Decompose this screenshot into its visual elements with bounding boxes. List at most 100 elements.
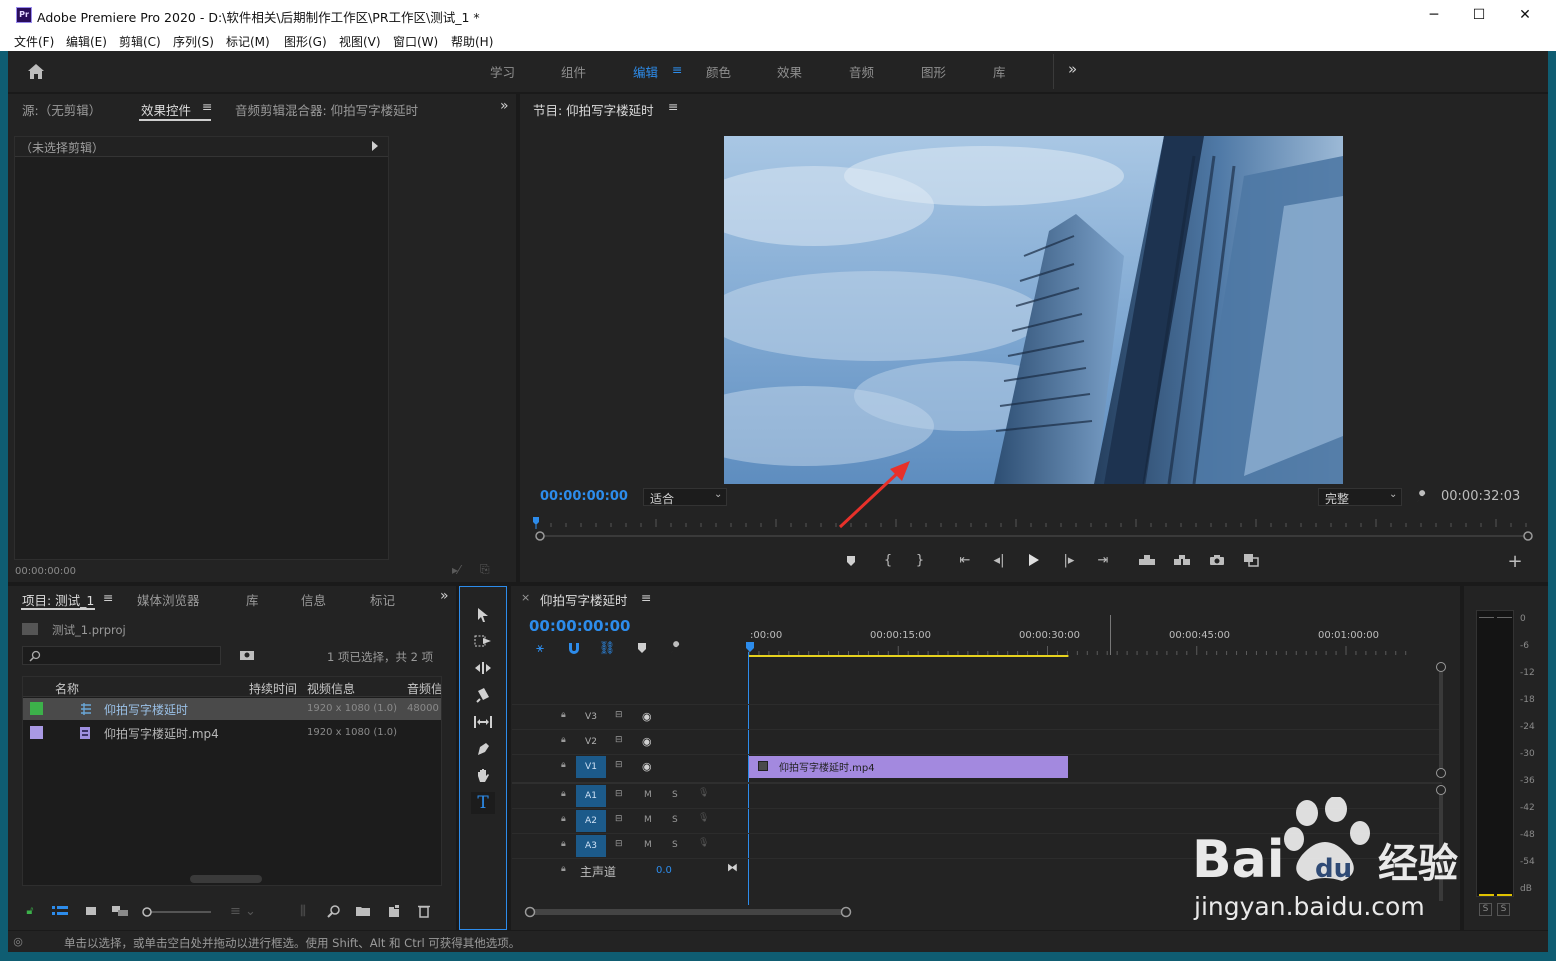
type-tool-icon[interactable]: T bbox=[471, 792, 495, 814]
menu-graphics[interactable]: 图形(G) bbox=[284, 33, 327, 50]
add-marker-icon[interactable] bbox=[842, 552, 860, 570]
razor-tool-icon[interactable] bbox=[473, 685, 493, 705]
mark-out-icon[interactable]: } bbox=[911, 551, 929, 569]
menu-clip[interactable]: 剪辑(C) bbox=[119, 33, 161, 50]
workspace-tab-learn[interactable]: 学习 bbox=[490, 62, 515, 81]
project-overflow-icon[interactable]: » bbox=[440, 588, 449, 604]
eye-icon[interactable]: ◉ bbox=[642, 735, 652, 748]
solo-button[interactable]: S bbox=[672, 815, 678, 825]
workspace-tab-color[interactable]: 颜色 bbox=[706, 62, 731, 81]
track-label-a3[interactable]: A3 bbox=[576, 835, 606, 857]
go-to-out-icon[interactable]: ⇥ bbox=[1093, 551, 1113, 569]
microphone-icon[interactable]: 🎙︎ bbox=[698, 813, 709, 823]
menu-help[interactable]: 帮助(H) bbox=[451, 33, 493, 50]
microphone-icon[interactable]: 🎙︎ bbox=[698, 788, 709, 798]
program-monitor-title[interactable]: 节目: 仰拍写字楼延时 bbox=[533, 100, 654, 119]
mute-button[interactable]: M bbox=[644, 815, 652, 825]
trash-icon[interactable] bbox=[415, 903, 433, 919]
panel-overflow-icon[interactable]: » bbox=[500, 98, 509, 114]
mute-button[interactable]: M bbox=[644, 840, 652, 850]
zoom-slider[interactable] bbox=[141, 905, 213, 919]
menu-file[interactable]: 文件(F) bbox=[14, 33, 54, 50]
eye-icon[interactable]: ◉ bbox=[642, 710, 652, 723]
track-select-tool-icon[interactable] bbox=[473, 631, 493, 651]
panel-menu-icon[interactable]: ≡ bbox=[202, 99, 212, 114]
sync-lock-icon[interactable]: ⊟ bbox=[615, 760, 623, 770]
tab-info[interactable]: 信息 bbox=[301, 590, 326, 609]
scroll-handle[interactable] bbox=[1436, 768, 1446, 778]
eye-icon[interactable]: ◉ bbox=[642, 760, 652, 773]
menu-sequence[interactable]: 序列(S) bbox=[173, 33, 214, 50]
menu-edit[interactable]: 编辑(E) bbox=[66, 33, 107, 50]
quality-dropdown[interactable]: 完整 ⌄ bbox=[1318, 488, 1402, 506]
sync-lock-icon[interactable]: ⊟ bbox=[615, 814, 623, 824]
playhead-line[interactable] bbox=[748, 652, 749, 905]
snap-magnet-icon[interactable] bbox=[565, 640, 583, 656]
solo-right-button[interactable]: S bbox=[1497, 903, 1510, 916]
export-icon[interactable]: ⎘ bbox=[480, 562, 490, 577]
tab-media-browser[interactable]: 媒体浏览器 bbox=[137, 590, 200, 609]
tab-project[interactable]: 项目: 测试_1 bbox=[22, 590, 94, 609]
close-button[interactable]: ✕ bbox=[1502, 0, 1548, 30]
track-lock-icon[interactable]: 🔒︎ bbox=[561, 814, 566, 824]
track-label-a2[interactable]: A2 bbox=[576, 810, 606, 832]
comparison-view-icon[interactable] bbox=[1241, 551, 1261, 569]
home-icon[interactable] bbox=[24, 60, 48, 82]
step-forward-icon[interactable]: |▸ bbox=[1059, 551, 1079, 569]
timeline-ruler[interactable] bbox=[745, 640, 1445, 660]
track-lock-icon[interactable]: 🔒︎ bbox=[561, 864, 566, 874]
project-menu-icon[interactable]: ≡ bbox=[103, 590, 113, 605]
play-icon[interactable] bbox=[1025, 551, 1043, 569]
new-item-icon[interactable] bbox=[385, 903, 403, 919]
column-duration[interactable]: 持续时间 bbox=[249, 680, 297, 697]
program-menu-icon[interactable]: ≡ bbox=[668, 99, 678, 114]
sort-icon[interactable]: ≡ ⌄ bbox=[228, 904, 258, 919]
menu-window[interactable]: 窗口(W) bbox=[393, 33, 438, 50]
workspace-tab-editing[interactable]: 编辑 bbox=[633, 62, 658, 81]
workspace-tab-audio[interactable]: 音频 bbox=[849, 62, 874, 81]
track-lock-icon[interactable]: 🔒︎ bbox=[561, 760, 566, 770]
timeline-close-icon[interactable]: × bbox=[521, 591, 530, 604]
go-to-in-icon[interactable]: ⇤ bbox=[955, 551, 975, 569]
timeline-timecode[interactable]: 00:00:00:00 bbox=[529, 617, 631, 635]
sync-lock-icon[interactable]: ⊟ bbox=[615, 735, 623, 745]
ripple-edit-tool-icon[interactable] bbox=[473, 658, 493, 678]
tab-libraries[interactable]: 库 bbox=[246, 590, 259, 609]
lift-icon[interactable] bbox=[1136, 551, 1158, 569]
track-label-v2[interactable]: V2 bbox=[576, 731, 606, 753]
step-back-icon[interactable]: ◂| bbox=[989, 551, 1009, 569]
timeline-title[interactable]: 仰拍写字楼延时 bbox=[540, 590, 628, 609]
scroll-handle[interactable] bbox=[1436, 785, 1446, 795]
workspace-tab-graphics[interactable]: 图形 bbox=[921, 62, 946, 81]
menu-view[interactable]: 视图(V) bbox=[339, 33, 381, 50]
selection-tool-icon[interactable] bbox=[473, 605, 493, 625]
mark-in-icon[interactable]: { bbox=[879, 551, 897, 569]
tab-markers[interactable]: 标记 bbox=[370, 590, 395, 609]
column-audio-info[interactable]: 音频信 bbox=[407, 680, 441, 697]
icon-view-icon[interactable] bbox=[82, 904, 100, 918]
camera-icon[interactable] bbox=[1207, 551, 1227, 569]
sync-lock-icon[interactable]: ⊟ bbox=[615, 710, 623, 720]
timeline-zoom-scrollbar[interactable] bbox=[522, 905, 852, 919]
lock-icon[interactable]: 🔓︎ bbox=[22, 904, 38, 918]
program-video-frame[interactable] bbox=[724, 136, 1343, 484]
add-marker-icon[interactable] bbox=[633, 640, 651, 656]
track-lock-icon[interactable]: 🔒︎ bbox=[561, 789, 566, 799]
list-view-icon[interactable] bbox=[50, 904, 70, 918]
mute-button[interactable]: M bbox=[644, 790, 652, 800]
maximize-button[interactable]: ☐ bbox=[1456, 0, 1502, 30]
workspace-tab-effects[interactable]: 效果 bbox=[777, 62, 802, 81]
hand-tool-icon[interactable] bbox=[473, 766, 493, 786]
find-icon[interactable] bbox=[325, 903, 343, 919]
horizontal-scrollbar[interactable] bbox=[190, 875, 262, 883]
program-time-ruler[interactable] bbox=[532, 512, 1536, 544]
linked-selection-icon[interactable]: ⛓︎ bbox=[598, 640, 616, 656]
track-lock-icon[interactable]: 🔒︎ bbox=[561, 710, 566, 720]
add-button-icon[interactable]: + bbox=[1506, 551, 1524, 572]
tab-audio-clip-mixer[interactable]: 音频剪辑混合器: 仰拍写字楼延时 bbox=[235, 100, 463, 119]
sync-lock-icon[interactable]: ⊟ bbox=[615, 839, 623, 849]
microphone-icon[interactable]: 🎙︎ bbox=[698, 838, 709, 848]
vertical-scrollbar-video[interactable] bbox=[1439, 664, 1443, 774]
new-bin-icon[interactable] bbox=[354, 904, 372, 918]
automate-sequence-icon[interactable]: ⫼ bbox=[293, 904, 313, 919]
